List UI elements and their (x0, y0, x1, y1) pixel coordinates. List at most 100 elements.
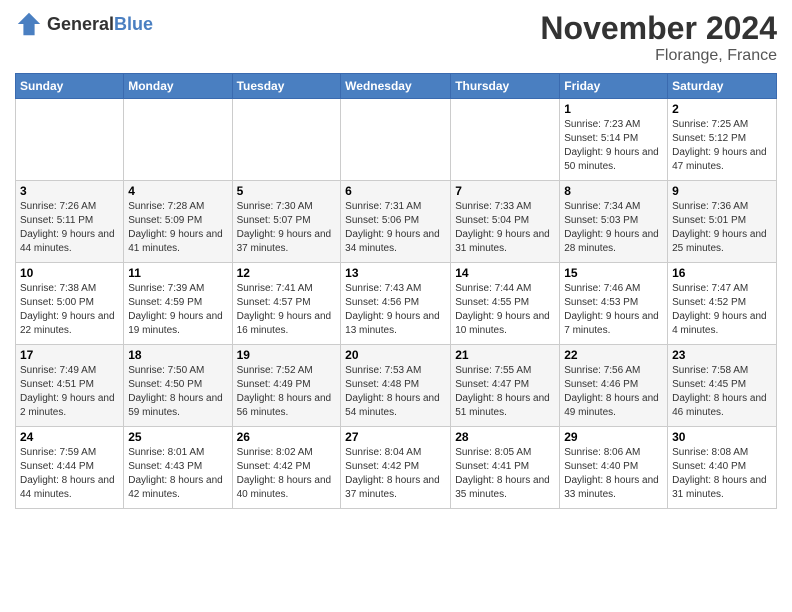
calendar-cell: 28Sunrise: 8:05 AM Sunset: 4:41 PM Dayli… (451, 427, 560, 509)
title-block: November 2024 Florange, France (540, 10, 777, 65)
calendar-cell (341, 99, 451, 181)
calendar-cell: 8 Sunrise: 7:34 AM Sunset: 5:03 PM Daylig… (560, 181, 668, 263)
calendar-cell: 25Sunrise: 8:01 AM Sunset: 4:43 PM Dayli… (124, 427, 232, 509)
day-info: Sunrise: 8:08 AM Sunset: 4:40 PM Dayligh… (672, 446, 772, 502)
day-info: Sunrise: 7:34 AM Sunset: 5:03 PM Dayligh… (564, 200, 663, 256)
calendar-cell: 20 Sunrise: 7:53 AM Sunset: 4:48 PM Dayli… (341, 345, 451, 427)
day-number: 14 (455, 266, 555, 280)
day-info: Sunrise: 7:28 AM Sunset: 5:09 PM Dayligh… (128, 200, 227, 256)
day-info: Sunrise: 7:53 AM Sunset: 4:48 PM Dayligh… (345, 364, 446, 420)
day-number: 12 (237, 266, 337, 280)
day-info: Sunrise: 7:26 AM Sunset: 5:11 PM Dayligh… (20, 200, 119, 256)
calendar-week-row: 17 Sunrise: 7:49 AM Sunset: 4:51 PM Dayli… (16, 345, 777, 427)
day-info: Sunrise: 7:55 AM Sunset: 4:47 PM Dayligh… (455, 364, 555, 420)
day-number: 1 (564, 102, 663, 116)
calendar-cell: 9 Sunrise: 7:36 AM Sunset: 5:01 PM Daylig… (668, 181, 777, 263)
page-header: GeneralBlue November 2024 Florange, Fran… (15, 10, 777, 65)
day-info: Sunrise: 8:06 AM Sunset: 4:40 PM Dayligh… (564, 446, 663, 502)
calendar-cell (124, 99, 232, 181)
calendar-day-header: Wednesday (341, 74, 451, 99)
calendar-cell: 6 Sunrise: 7:31 AM Sunset: 5:06 PM Daylig… (341, 181, 451, 263)
logo-icon (15, 10, 43, 38)
calendar-cell: 1 Sunrise: 7:23 AM Sunset: 5:14 PM Daylig… (560, 99, 668, 181)
calendar-day-header: Saturday (668, 74, 777, 99)
calendar-cell: 26Sunrise: 8:02 AM Sunset: 4:42 PM Dayli… (232, 427, 341, 509)
calendar-header-row: SundayMondayTuesdayWednesdayThursdayFrid… (16, 74, 777, 99)
logo-text-blue: Blue (114, 14, 153, 34)
day-number: 24 (20, 430, 119, 444)
location: Florange, France (540, 47, 777, 65)
calendar-cell: 22Sunrise: 7:56 AM Sunset: 4:46 PM Dayli… (560, 345, 668, 427)
day-info: Sunrise: 7:39 AM Sunset: 4:59 PM Dayligh… (128, 282, 227, 338)
day-info: Sunrise: 7:58 AM Sunset: 4:45 PM Dayligh… (672, 364, 772, 420)
calendar-cell: 29 Sunrise: 8:06 AM Sunset: 4:40 PM Dayli… (560, 427, 668, 509)
day-number: 2 (672, 102, 772, 116)
day-info: Sunrise: 7:52 AM Sunset: 4:49 PM Dayligh… (237, 364, 337, 420)
day-number: 20 (345, 348, 446, 362)
calendar-cell: 12 Sunrise: 7:41 AM Sunset: 4:57 PM Dayli… (232, 263, 341, 345)
calendar-cell: 2 Sunrise: 7:25 AM Sunset: 5:12 PM Daylig… (668, 99, 777, 181)
day-number: 9 (672, 184, 772, 198)
logo: GeneralBlue (15, 10, 153, 38)
calendar-week-row: 1 Sunrise: 7:23 AM Sunset: 5:14 PM Daylig… (16, 99, 777, 181)
day-info: Sunrise: 7:36 AM Sunset: 5:01 PM Dayligh… (672, 200, 772, 256)
calendar-cell: 17 Sunrise: 7:49 AM Sunset: 4:51 PM Dayli… (16, 345, 124, 427)
calendar-cell (16, 99, 124, 181)
day-info: Sunrise: 7:59 AM Sunset: 4:44 PM Dayligh… (20, 446, 119, 502)
day-info: Sunrise: 7:43 AM Sunset: 4:56 PM Dayligh… (345, 282, 446, 338)
calendar-week-row: 3 Sunrise: 7:26 AM Sunset: 5:11 PM Daylig… (16, 181, 777, 263)
day-number: 10 (20, 266, 119, 280)
day-number: 19 (237, 348, 337, 362)
calendar-week-row: 24 Sunrise: 7:59 AM Sunset: 4:44 PM Dayli… (16, 427, 777, 509)
page-container: GeneralBlue November 2024 Florange, Fran… (0, 0, 792, 519)
day-number: 18 (128, 348, 227, 362)
day-number: 7 (455, 184, 555, 198)
calendar-cell: 7 Sunrise: 7:33 AM Sunset: 5:04 PM Daylig… (451, 181, 560, 263)
day-number: 13 (345, 266, 446, 280)
day-info: Sunrise: 8:04 AM Sunset: 4:42 PM Dayligh… (345, 446, 446, 502)
day-number: 3 (20, 184, 119, 198)
day-info: Sunrise: 7:33 AM Sunset: 5:04 PM Dayligh… (455, 200, 555, 256)
day-info: Sunrise: 7:23 AM Sunset: 5:14 PM Dayligh… (564, 118, 663, 174)
calendar-day-header: Monday (124, 74, 232, 99)
calendar-cell: 18Sunrise: 7:50 AM Sunset: 4:50 PM Dayli… (124, 345, 232, 427)
day-number: 21 (455, 348, 555, 362)
day-info: Sunrise: 7:49 AM Sunset: 4:51 PM Dayligh… (20, 364, 119, 420)
day-info: Sunrise: 8:01 AM Sunset: 4:43 PM Dayligh… (128, 446, 227, 502)
day-info: Sunrise: 7:44 AM Sunset: 4:55 PM Dayligh… (455, 282, 555, 338)
day-number: 6 (345, 184, 446, 198)
calendar-cell: 21 Sunrise: 7:55 AM Sunset: 4:47 PM Dayli… (451, 345, 560, 427)
calendar-cell: 5Sunrise: 7:30 AM Sunset: 5:07 PM Daylig… (232, 181, 341, 263)
day-number: 15 (564, 266, 663, 280)
day-number: 11 (128, 266, 227, 280)
calendar-cell: 27Sunrise: 8:04 AM Sunset: 4:42 PM Dayli… (341, 427, 451, 509)
calendar-cell: 15 Sunrise: 7:46 AM Sunset: 4:53 PM Dayli… (560, 263, 668, 345)
calendar-cell: 30Sunrise: 8:08 AM Sunset: 4:40 PM Dayli… (668, 427, 777, 509)
calendar-cell: 14 Sunrise: 7:44 AM Sunset: 4:55 PM Dayli… (451, 263, 560, 345)
calendar-cell (232, 99, 341, 181)
day-number: 29 (564, 430, 663, 444)
day-number: 8 (564, 184, 663, 198)
day-info: Sunrise: 7:25 AM Sunset: 5:12 PM Dayligh… (672, 118, 772, 174)
month-title: November 2024 (540, 10, 777, 47)
day-number: 23 (672, 348, 772, 362)
calendar-cell: 10 Sunrise: 7:38 AM Sunset: 5:00 PM Dayli… (16, 263, 124, 345)
day-info: Sunrise: 8:02 AM Sunset: 4:42 PM Dayligh… (237, 446, 337, 502)
calendar-cell: 23 Sunrise: 7:58 AM Sunset: 4:45 PM Dayli… (668, 345, 777, 427)
day-info: Sunrise: 7:46 AM Sunset: 4:53 PM Dayligh… (564, 282, 663, 338)
calendar-cell: 4Sunrise: 7:28 AM Sunset: 5:09 PM Daylig… (124, 181, 232, 263)
day-info: Sunrise: 7:38 AM Sunset: 5:00 PM Dayligh… (20, 282, 119, 338)
day-number: 28 (455, 430, 555, 444)
day-info: Sunrise: 7:30 AM Sunset: 5:07 PM Dayligh… (237, 200, 337, 256)
calendar-day-header: Sunday (16, 74, 124, 99)
calendar-cell: 11 Sunrise: 7:39 AM Sunset: 4:59 PM Dayli… (124, 263, 232, 345)
day-number: 17 (20, 348, 119, 362)
calendar-day-header: Tuesday (232, 74, 341, 99)
day-info: Sunrise: 7:56 AM Sunset: 4:46 PM Dayligh… (564, 364, 663, 420)
day-number: 16 (672, 266, 772, 280)
day-info: Sunrise: 7:41 AM Sunset: 4:57 PM Dayligh… (237, 282, 337, 338)
calendar-day-header: Friday (560, 74, 668, 99)
calendar-cell (451, 99, 560, 181)
day-info: Sunrise: 7:31 AM Sunset: 5:06 PM Dayligh… (345, 200, 446, 256)
calendar-cell: 19 Sunrise: 7:52 AM Sunset: 4:49 PM Dayli… (232, 345, 341, 427)
